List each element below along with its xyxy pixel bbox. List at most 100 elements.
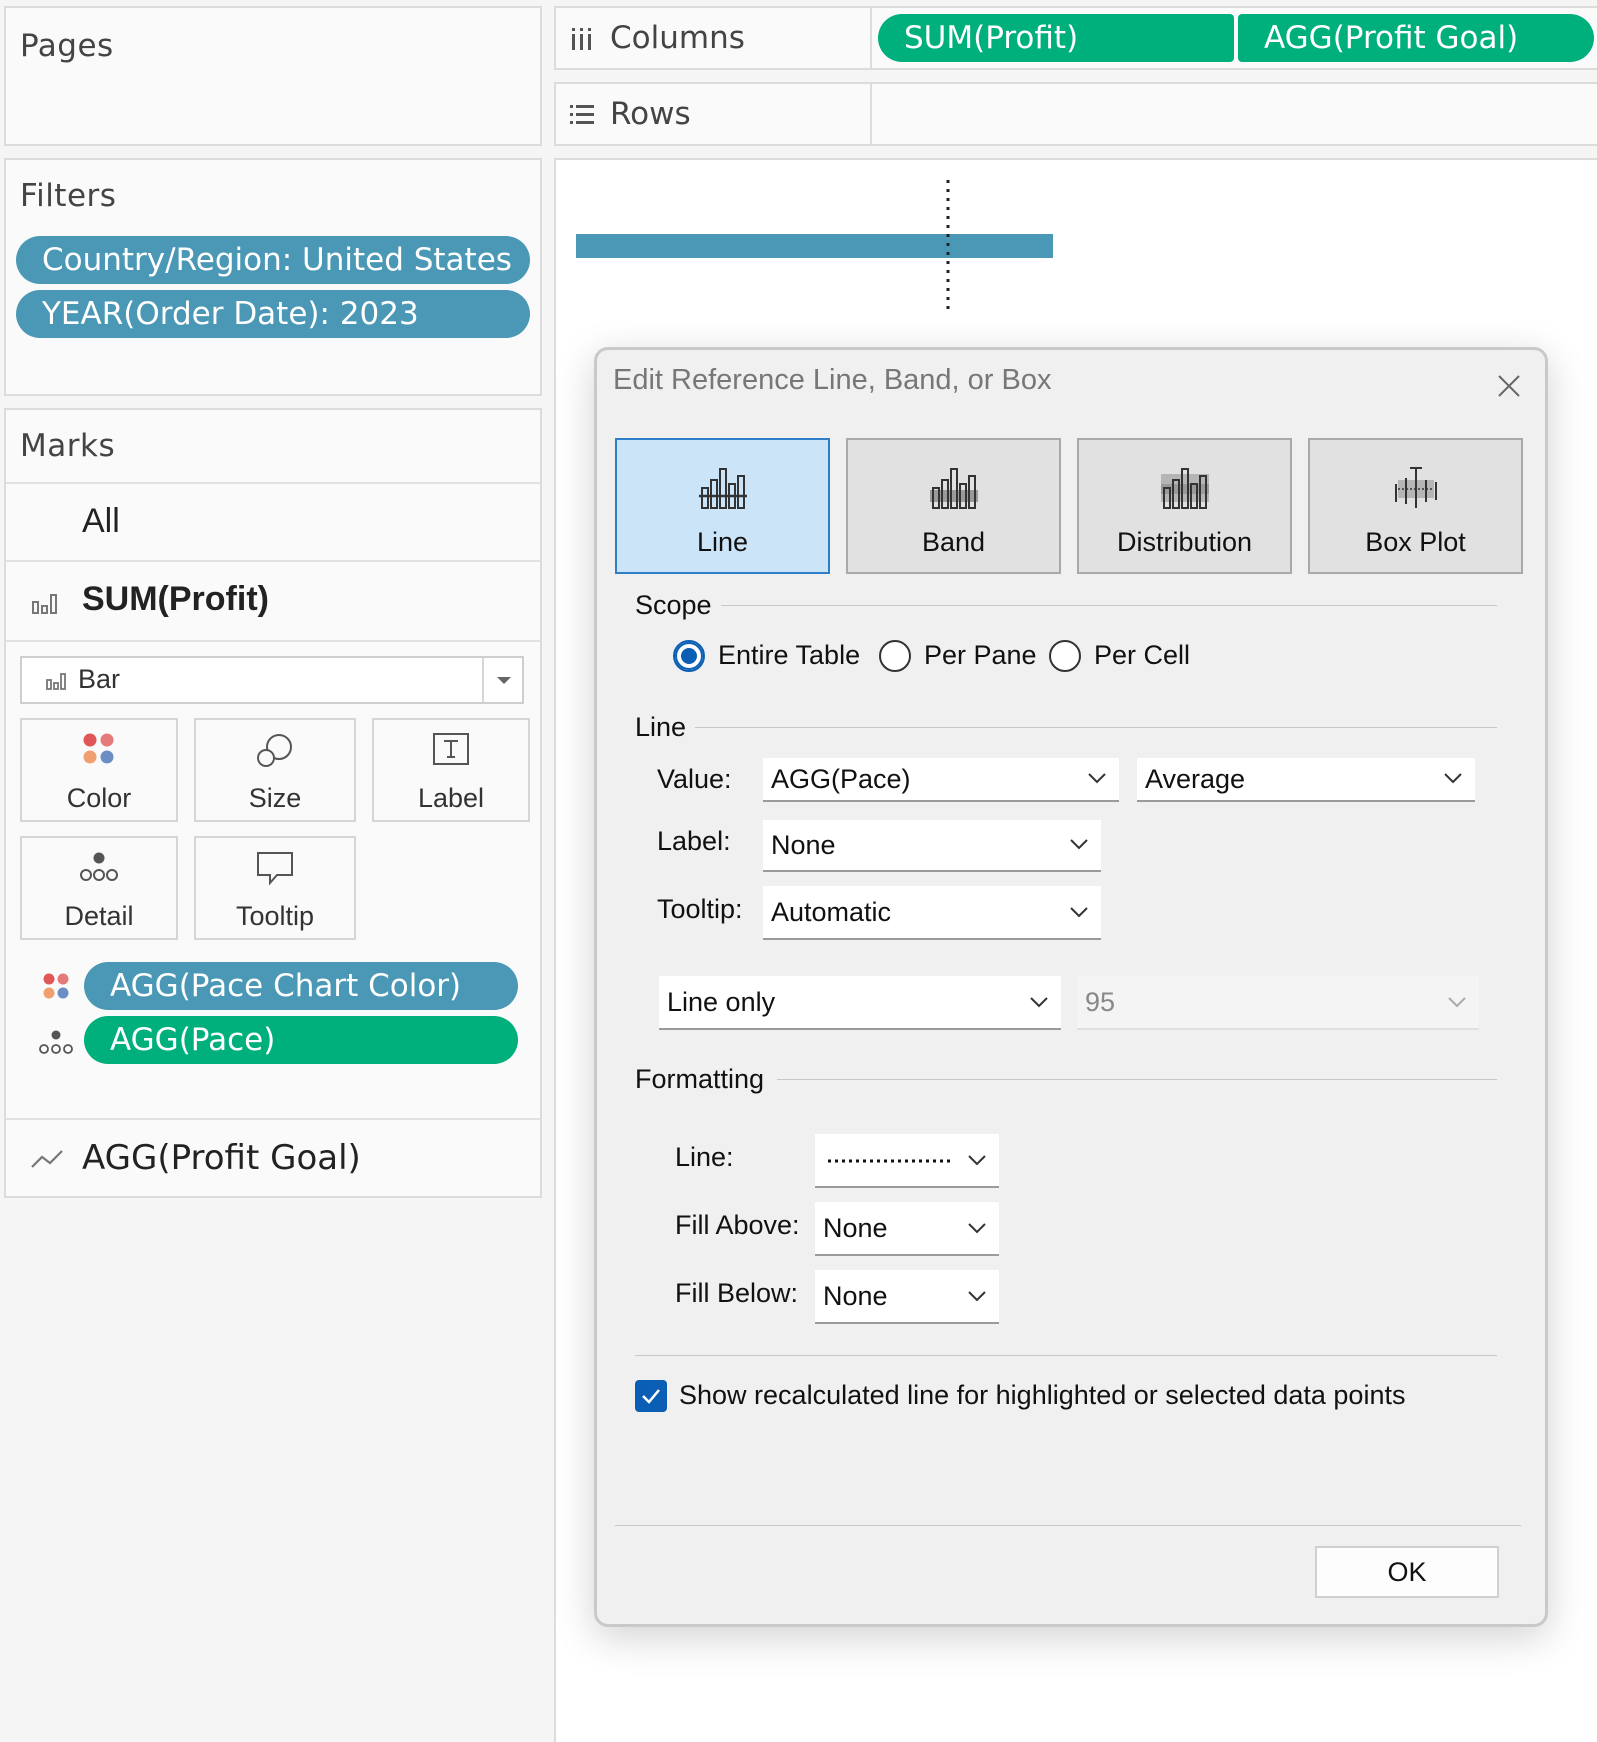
fill-above-select[interactable]: None <box>815 1202 999 1256</box>
line-style-select[interactable] <box>815 1134 999 1188</box>
reference-line-icon <box>698 468 747 509</box>
value-field-select[interactable]: AGG(Pace) <box>763 758 1119 802</box>
edit-reference-line-dialog: Edit Reference Line, Band, or Box Line B… <box>594 347 1548 1627</box>
tooltip-card[interactable]: Tooltip <box>194 836 356 940</box>
scope-entire-table-label[interactable]: Entire Table <box>718 640 860 671</box>
chevron-down-icon <box>1444 773 1462 784</box>
label-select[interactable]: None <box>763 820 1101 872</box>
scope-section-label: Scope <box>635 590 712 620</box>
columns-icon <box>572 28 591 50</box>
label-card[interactable]: Label <box>372 718 530 822</box>
chevron-down-icon <box>968 1223 986 1234</box>
chevron-down-icon <box>968 1291 986 1302</box>
mark-type-value: Bar <box>78 664 121 694</box>
columns-shelf[interactable]: Columns SUM(Profit) AGG(Profit Goal) <box>554 6 1597 70</box>
line-style-label: Line: <box>675 1142 734 1172</box>
scope-entire-table-radio[interactable] <box>673 640 705 672</box>
filter-pill-country[interactable]: Country/Region: United States <box>16 236 530 284</box>
bar-chart-icon <box>46 673 66 690</box>
color-dots-icon <box>43 973 69 999</box>
size-card-label: Size <box>248 783 302 813</box>
scope-per-cell-radio[interactable] <box>1049 640 1081 672</box>
marks-card: Marks All SUM(Profit) Bar Color Size Lab… <box>4 408 542 1198</box>
fill-above-label: Fill Above: <box>675 1210 800 1240</box>
reference-band-icon <box>929 468 978 509</box>
checkmark-icon <box>642 1389 660 1404</box>
label-card-label: Label <box>417 783 485 813</box>
columns-pill-profit-goal[interactable]: AGG(Profit Goal) <box>1238 14 1594 62</box>
value-field-text: AGG(Pace) <box>771 764 911 794</box>
columns-label: Columns <box>610 20 745 56</box>
pages-shelf[interactable]: Pages <box>4 6 542 146</box>
formatting-section-label: Formatting <box>635 1064 765 1094</box>
type-line-button[interactable]: Line <box>615 438 830 574</box>
marks-measure-label: SUM(Profit) <box>82 580 269 618</box>
chart <box>576 180 1586 335</box>
confidence-select: 95 <box>1077 976 1479 1030</box>
size-circles-icon <box>257 734 292 767</box>
rows-shelf[interactable]: Rows <box>554 82 1597 146</box>
scope-per-pane-label[interactable]: Per Pane <box>924 640 1037 671</box>
color-card-label: Color <box>66 783 132 813</box>
marks-profit-goal-row[interactable]: AGG(Profit Goal) <box>6 1118 540 1198</box>
pages-title: Pages <box>20 28 114 64</box>
type-band-label: Band <box>921 527 986 557</box>
color-dots-icon <box>83 733 114 764</box>
distribution-icon <box>1160 468 1209 509</box>
chevron-down-icon <box>1088 773 1106 784</box>
filter-pill-year[interactable]: YEAR(Order Date): 2023 <box>16 290 530 338</box>
chevron-down-icon <box>1030 997 1048 1008</box>
value-aggregation-text: Average <box>1145 764 1246 794</box>
scope-per-pane-radio[interactable] <box>879 640 911 672</box>
columns-pill-sum-profit[interactable]: SUM(Profit) <box>878 14 1234 62</box>
filters-shelf[interactable]: Filters Country/Region: United States YE… <box>4 158 542 396</box>
box-plot-icon <box>1394 467 1437 508</box>
fill-above-text: None <box>823 1213 888 1243</box>
color-card[interactable]: Color <box>20 718 178 822</box>
line-mode-text: Line only <box>667 987 776 1017</box>
recalculated-line-checkbox[interactable] <box>635 1380 667 1412</box>
label-label: Label: <box>657 826 731 856</box>
value-aggregation-select[interactable]: Average <box>1137 758 1475 802</box>
text-label-icon <box>433 733 469 765</box>
line-mode-select[interactable]: Line only <box>659 976 1061 1030</box>
type-band-button[interactable]: Band <box>846 438 1061 574</box>
chevron-down-icon <box>1070 907 1088 918</box>
value-label: Value: <box>657 764 732 794</box>
marks-pill-pace-color[interactable]: AGG(Pace Chart Color) <box>84 962 518 1010</box>
type-box-plot-label: Box Plot <box>1365 527 1466 557</box>
filters-title: Filters <box>20 178 117 214</box>
chevron-down-icon <box>968 1155 986 1166</box>
line-chart-icon <box>31 1150 63 1168</box>
tooltip-bubble-icon <box>257 852 293 886</box>
mark-type-dropdown[interactable]: Bar <box>20 656 524 704</box>
marks-profit-goal-label: AGG(Profit Goal) <box>82 1138 361 1178</box>
type-box-plot-button[interactable]: Box Plot <box>1308 438 1523 574</box>
marks-measure-row[interactable]: SUM(Profit) <box>6 562 540 642</box>
marks-all-label: All <box>82 502 120 540</box>
close-icon[interactable] <box>1497 374 1521 398</box>
rows-label: Rows <box>610 96 691 132</box>
dialog-title: Edit Reference Line, Band, or Box <box>613 364 1052 396</box>
ok-button[interactable]: OK <box>1315 1546 1499 1598</box>
size-card[interactable]: Size <box>194 718 356 822</box>
marks-all-row[interactable]: All <box>6 482 540 562</box>
fill-below-label: Fill Below: <box>675 1278 799 1308</box>
type-distribution-button[interactable]: Distribution <box>1077 438 1292 574</box>
dotted-line-swatch <box>828 1159 950 1163</box>
scope-per-cell-label[interactable]: Per Cell <box>1094 640 1190 671</box>
detail-dots-icon <box>39 1030 73 1054</box>
fill-below-text: None <box>823 1281 888 1311</box>
fill-below-select[interactable]: None <box>815 1270 999 1324</box>
marks-title: Marks <box>20 428 116 464</box>
detail-card-label: Detail <box>64 901 134 931</box>
rows-icon <box>570 105 594 124</box>
tooltip-select[interactable]: Automatic <box>763 886 1101 940</box>
tooltip-label: Tooltip: <box>657 894 743 924</box>
chart-bar-sum-profit[interactable] <box>576 234 1053 258</box>
bar-chart-icon <box>32 594 57 614</box>
recalculated-line-label[interactable]: Show recalculated line for highlighted o… <box>679 1380 1405 1411</box>
dropdown-arrow-icon <box>497 677 511 684</box>
detail-card[interactable]: Detail <box>20 836 178 940</box>
marks-pill-pace[interactable]: AGG(Pace) <box>84 1016 518 1064</box>
